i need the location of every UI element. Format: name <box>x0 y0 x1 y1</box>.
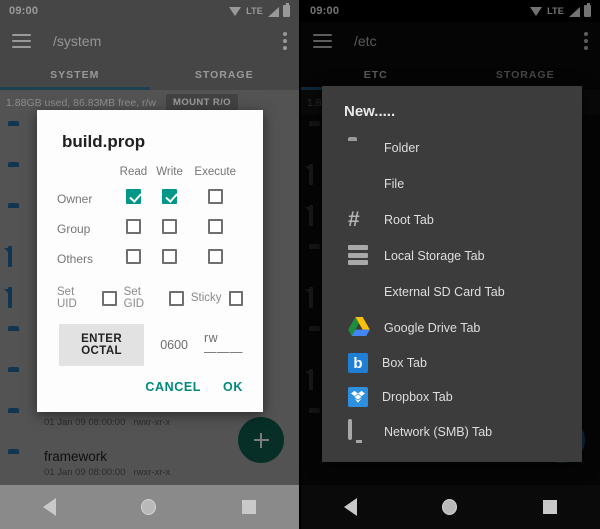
permissions-table: Read Write Execute Owner Group Others <box>57 166 243 274</box>
menu-item-local-storage-tab[interactable]: Local Storage Tab <box>322 238 582 274</box>
left-nav-bar <box>0 485 299 529</box>
checkbox-others-execute[interactable] <box>207 249 223 264</box>
sd-card-icon <box>348 281 370 303</box>
cancel-button[interactable]: CANCEL <box>145 380 201 394</box>
checkbox-others-read[interactable] <box>125 249 141 264</box>
box-icon: b <box>348 353 368 373</box>
menu-item-label: Box Tab <box>382 356 427 370</box>
right-phone-panel: 09:00 LTE /etc ETC STORAGE 1.88GB used, … <box>301 0 600 529</box>
checkbox-owner-execute[interactable] <box>207 189 223 204</box>
special-bits-row: Set UID Set GID Sticky <box>57 286 243 310</box>
dropbox-icon <box>348 387 368 407</box>
menu-item-label: File <box>384 177 405 191</box>
label-set-uid: Set UID <box>57 286 77 310</box>
google-drive-icon <box>348 317 370 339</box>
back-icon[interactable] <box>42 498 56 516</box>
menu-item-box-tab[interactable]: b Box Tab <box>322 346 582 380</box>
menu-item-network-smb-tab[interactable]: Network (SMB) Tab <box>322 414 582 450</box>
column-write: Write <box>156 166 183 178</box>
checkbox-others-write[interactable] <box>162 249 178 264</box>
table-header-row: Read Write Execute <box>57 166 243 184</box>
row-label-others: Others <box>57 252 94 266</box>
right-nav-bar <box>301 485 600 529</box>
row-label-group: Group <box>57 222 91 236</box>
menu-item-label: Local Storage Tab <box>384 249 485 263</box>
recents-icon[interactable] <box>242 500 257 514</box>
permissions-dialog: build.prop Read Write Execute Owner Grou… <box>37 110 263 412</box>
menu-title: New..... <box>344 103 396 120</box>
storage-icon <box>348 245 370 267</box>
menu-item-external-sd-card-tab[interactable]: External SD Card Tab <box>322 274 582 310</box>
menu-item-label: Network (SMB) Tab <box>384 425 493 439</box>
checkbox-group-write[interactable] <box>162 219 178 234</box>
octal-row: ENTER OCTAL 0600 rw——— <box>59 324 243 366</box>
label-sticky: Sticky <box>190 292 222 304</box>
checkbox-owner-read[interactable] <box>125 189 141 204</box>
file-icon <box>348 173 370 195</box>
checkbox-owner-write[interactable] <box>162 189 178 204</box>
octal-value: 0600 <box>160 338 188 352</box>
menu-item-label: Folder <box>384 141 420 155</box>
folder-icon <box>348 137 370 159</box>
dialog-title: build.prop <box>62 132 146 151</box>
menu-item-google-drive-tab[interactable]: Google Drive Tab <box>322 310 582 346</box>
label-set-gid: Set GID <box>123 286 145 310</box>
menu-item-label: External SD Card Tab <box>384 285 505 299</box>
checkbox-set-uid[interactable] <box>102 290 117 306</box>
checkbox-group-execute[interactable] <box>207 219 223 234</box>
menu-item-folder[interactable]: Folder <box>322 130 582 166</box>
table-row: Owner <box>57 184 243 214</box>
checkbox-group-read[interactable] <box>125 219 141 234</box>
back-icon[interactable] <box>343 498 357 516</box>
hash-icon: # <box>348 208 360 231</box>
dialog-actions: CANCEL OK <box>57 372 243 404</box>
home-icon[interactable] <box>442 499 458 515</box>
checkbox-sticky[interactable] <box>228 290 243 306</box>
menu-item-label: Dropbox Tab <box>382 390 453 404</box>
perm-string: rw——— <box>204 331 243 359</box>
menu-item-root-tab[interactable]: # Root Tab <box>322 202 582 238</box>
menu-item-label: Root Tab <box>384 213 434 227</box>
new-item-menu: New..... Folder File # Root Tab Local St… <box>322 86 582 462</box>
menu-item-label: Google Drive Tab <box>384 321 481 335</box>
enter-octal-button[interactable]: ENTER OCTAL <box>59 324 145 366</box>
table-row: Others <box>57 244 243 274</box>
network-smb-icon <box>348 419 370 443</box>
ok-button[interactable]: OK <box>223 380 243 394</box>
table-row: Group <box>57 214 243 244</box>
left-phone-panel: 09:00 LTE /system SYSTEM STORAGE 1.88GB … <box>0 0 299 529</box>
row-label-owner: Owner <box>57 192 93 206</box>
home-icon[interactable] <box>141 499 157 515</box>
column-read: Read <box>119 166 148 178</box>
menu-item-dropbox-tab[interactable]: Dropbox Tab <box>322 380 582 414</box>
recents-icon[interactable] <box>543 500 558 514</box>
checkbox-set-gid[interactable] <box>169 290 184 306</box>
column-execute: Execute <box>194 166 236 178</box>
screenshot-root: 09:00 LTE /system SYSTEM STORAGE 1.88GB … <box>0 0 600 529</box>
menu-item-file[interactable]: File <box>322 166 582 202</box>
